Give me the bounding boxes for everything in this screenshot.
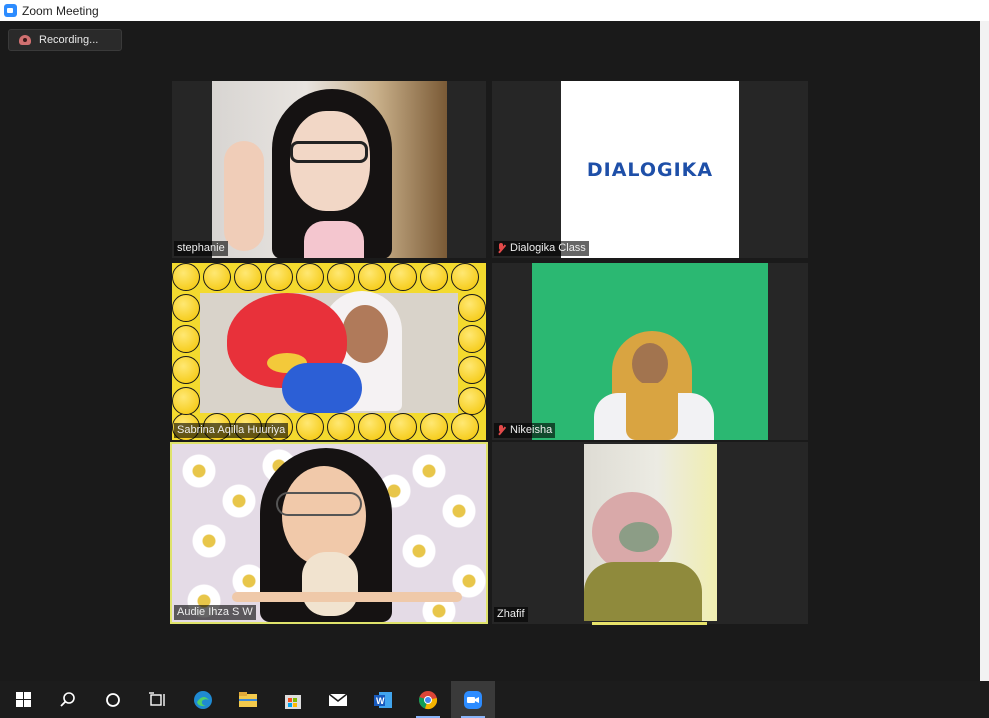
start-button[interactable] — [1, 681, 45, 718]
participant-name: Audie Ihza S W — [177, 606, 253, 618]
daisy-decoration — [222, 484, 256, 518]
emoji-decoration — [458, 325, 486, 353]
microsoft-store-taskbar-button[interactable] — [271, 681, 315, 718]
daisy-decoration — [412, 454, 446, 488]
daisy-decoration — [182, 454, 216, 488]
emoji-decoration — [172, 356, 200, 384]
participant-tile-zhafif[interactable]: Zhafif — [492, 442, 808, 624]
participant-video — [584, 444, 717, 621]
svg-text:W: W — [376, 696, 385, 706]
search-icon — [60, 691, 75, 707]
window-title: Zoom Meeting — [22, 3, 99, 18]
zoom-icon — [464, 690, 482, 709]
participant-name-tag: Zhafif — [494, 607, 528, 622]
participant-name: Nikeisha — [510, 424, 553, 436]
participant-name: Sabrina Aqilla Huuriya — [177, 424, 286, 436]
search-button[interactable] — [46, 681, 90, 718]
mail-icon — [328, 692, 348, 706]
participant-tile-audie[interactable]: Audie Ihza S W — [170, 442, 488, 624]
chrome-taskbar-button[interactable] — [406, 681, 450, 718]
recording-label: Recording... — [39, 34, 99, 46]
zoom-app-icon — [4, 4, 17, 17]
cortana-icon — [106, 692, 120, 707]
emoji-decoration — [327, 413, 355, 440]
emoji-decoration — [458, 356, 486, 384]
chrome-icon — [418, 690, 438, 709]
mail-taskbar-button[interactable] — [316, 681, 360, 718]
daisy-decoration — [402, 534, 436, 568]
emoji-decoration — [458, 387, 486, 415]
emoji-decoration — [296, 263, 324, 291]
muted-mic-icon — [497, 243, 506, 254]
task-view-icon — [149, 691, 165, 706]
folder-icon — [239, 691, 257, 707]
speaking-indicator — [592, 622, 707, 625]
zoom-taskbar-button[interactable] — [451, 681, 495, 718]
participant-name-tag: Nikeisha — [494, 423, 556, 438]
emoji-decoration — [451, 413, 479, 440]
participant-name-tag: Audie Ihza S W — [174, 605, 256, 620]
recording-indicator[interactable]: Recording... — [8, 29, 122, 51]
emoji-decoration — [172, 294, 200, 322]
daisy-decoration — [442, 494, 476, 528]
participant-name-tag: stephanie — [174, 241, 228, 256]
emoji-decoration — [296, 413, 324, 440]
participant-tile-nikeisha[interactable]: Nikeisha — [492, 263, 808, 440]
emoji-decoration — [389, 413, 417, 440]
participant-tile-sabrina[interactable]: Sabrina Aqilla Huuriya — [172, 263, 486, 440]
participant-tile-stephanie[interactable]: stephanie — [172, 81, 486, 258]
participant-name-tag: Sabrina Aqilla Huuriya — [174, 423, 289, 438]
emoji-decoration — [327, 263, 355, 291]
emoji-decoration — [172, 387, 200, 415]
word-icon: W — [374, 691, 392, 708]
emoji-decoration — [420, 263, 448, 291]
emoji-decoration — [458, 294, 486, 322]
emoji-decoration — [358, 263, 386, 291]
emoji-decoration — [172, 325, 200, 353]
emoji-decoration — [172, 263, 200, 291]
window-titlebar: Zoom Meeting — [0, 0, 989, 21]
dialogika-logo: DIALOGIKA — [586, 158, 714, 181]
store-icon — [285, 694, 301, 709]
emoji-decoration — [389, 263, 417, 291]
participant-video — [172, 444, 486, 622]
file-explorer-taskbar-button[interactable] — [226, 681, 270, 718]
emoji-decoration — [265, 263, 293, 291]
emoji-decoration — [358, 413, 386, 440]
emoji-decoration — [451, 263, 479, 291]
muted-mic-icon — [497, 425, 506, 436]
windows-taskbar: W — [0, 681, 989, 718]
edge-taskbar-button[interactable] — [181, 681, 225, 718]
windows-logo-icon — [15, 692, 31, 707]
participant-name: Dialogika Class — [510, 242, 586, 254]
participant-video: DIALOGIKA — [561, 81, 739, 258]
participant-video — [532, 263, 768, 440]
daisy-decoration — [192, 524, 226, 558]
participant-name: Zhafif — [497, 608, 525, 620]
participant-name-tag: Dialogika Class — [494, 241, 589, 256]
participant-video — [172, 263, 486, 440]
task-view-button[interactable] — [136, 681, 180, 718]
participant-video — [212, 81, 447, 258]
meeting-gallery: Recording... — [0, 21, 980, 681]
window-edge — [980, 21, 989, 681]
participant-tile-dialogika-class[interactable]: DIALOGIKA Dialogika Class — [492, 81, 808, 258]
cloud-record-icon — [19, 35, 31, 45]
emoji-decoration — [234, 263, 262, 291]
emoji-decoration — [420, 413, 448, 440]
cortana-button[interactable] — [91, 681, 135, 718]
emoji-decoration — [203, 263, 231, 291]
participant-name: stephanie — [177, 242, 225, 254]
edge-icon — [194, 690, 212, 709]
word-taskbar-button[interactable]: W — [361, 681, 405, 718]
